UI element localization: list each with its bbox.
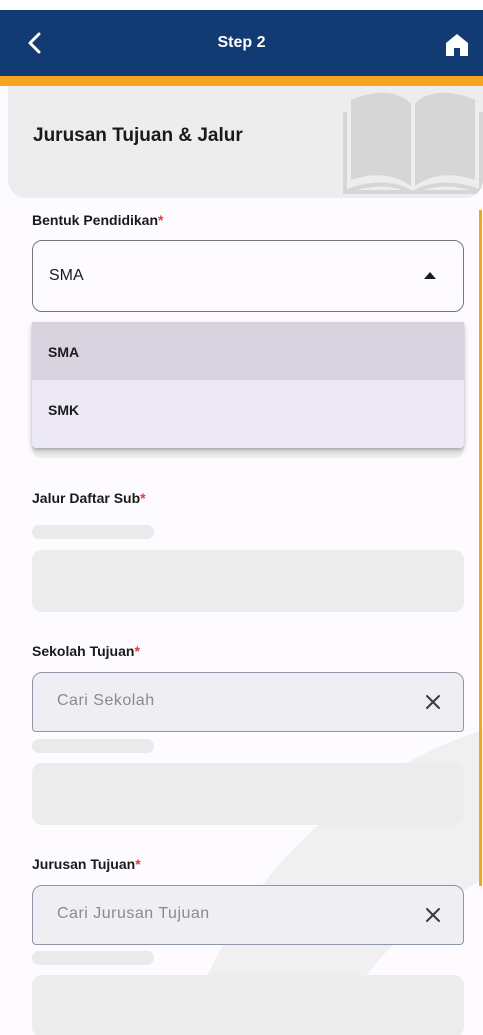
- sekolah-search-field[interactable]: Cari Sekolah: [32, 672, 464, 732]
- close-icon[interactable]: [425, 907, 441, 923]
- bentuk-pendidikan-dropdown: SMA SMK: [32, 322, 464, 448]
- search-placeholder[interactable]: Cari Jurusan Tujuan: [57, 905, 210, 923]
- book-icon: [343, 92, 483, 194]
- required-mark: *: [135, 856, 141, 872]
- sekolah-tujuan-label-text: Sekolah Tujuan: [32, 643, 135, 659]
- loading-skeleton-line: [32, 951, 154, 965]
- loading-skeleton-line: [32, 525, 154, 539]
- bentuk-pendidikan-label-text: Bentuk Pendidikan: [32, 212, 159, 228]
- option-label: SMK: [48, 402, 80, 418]
- loading-skeleton-line: [32, 739, 154, 753]
- select-value: SMA: [49, 267, 84, 284]
- dropdown-option-smk[interactable]: SMK: [32, 380, 464, 438]
- home-icon[interactable]: [444, 32, 470, 58]
- jurusan-search-field[interactable]: Cari Jurusan Tujuan: [32, 885, 464, 945]
- close-icon[interactable]: [425, 694, 441, 710]
- app-bar: Step 2: [0, 10, 483, 76]
- option-label: SMA: [48, 344, 80, 360]
- jurusan-tujuan-label-text: Jurusan Tujuan: [32, 856, 136, 872]
- bentuk-pendidikan-select[interactable]: SMA: [32, 240, 464, 312]
- loading-skeleton-box: [32, 975, 464, 1035]
- required-mark: *: [134, 643, 140, 659]
- search-placeholder[interactable]: Cari Sekolah: [57, 692, 155, 710]
- caret-up-icon: [424, 272, 436, 279]
- status-bar: [0, 0, 483, 10]
- required-mark: *: [140, 490, 146, 506]
- jurusan-tujuan-label: Jurusan Tujuan*: [32, 856, 141, 872]
- dropdown-option-sma[interactable]: SMA: [32, 322, 464, 380]
- bentuk-pendidikan-label: Bentuk Pendidikan*: [32, 212, 163, 228]
- jalur-daftar-sub-label-text: Jalur Daftar Sub: [32, 490, 141, 506]
- page-title: Step 2: [217, 34, 266, 51]
- required-mark: *: [158, 212, 164, 228]
- appbar-accent-stripe: [0, 76, 483, 86]
- scroll-indicator: [479, 210, 482, 886]
- section-header-card: Jurusan Tujuan & Jalur: [8, 86, 483, 198]
- jalur-daftar-sub-label: Jalur Daftar Sub*: [32, 490, 146, 506]
- section-title: Jurusan Tujuan & Jalur: [33, 125, 243, 146]
- loading-skeleton-box: [32, 550, 464, 612]
- loading-skeleton-box: [32, 763, 464, 825]
- sekolah-tujuan-label: Sekolah Tujuan*: [32, 643, 140, 659]
